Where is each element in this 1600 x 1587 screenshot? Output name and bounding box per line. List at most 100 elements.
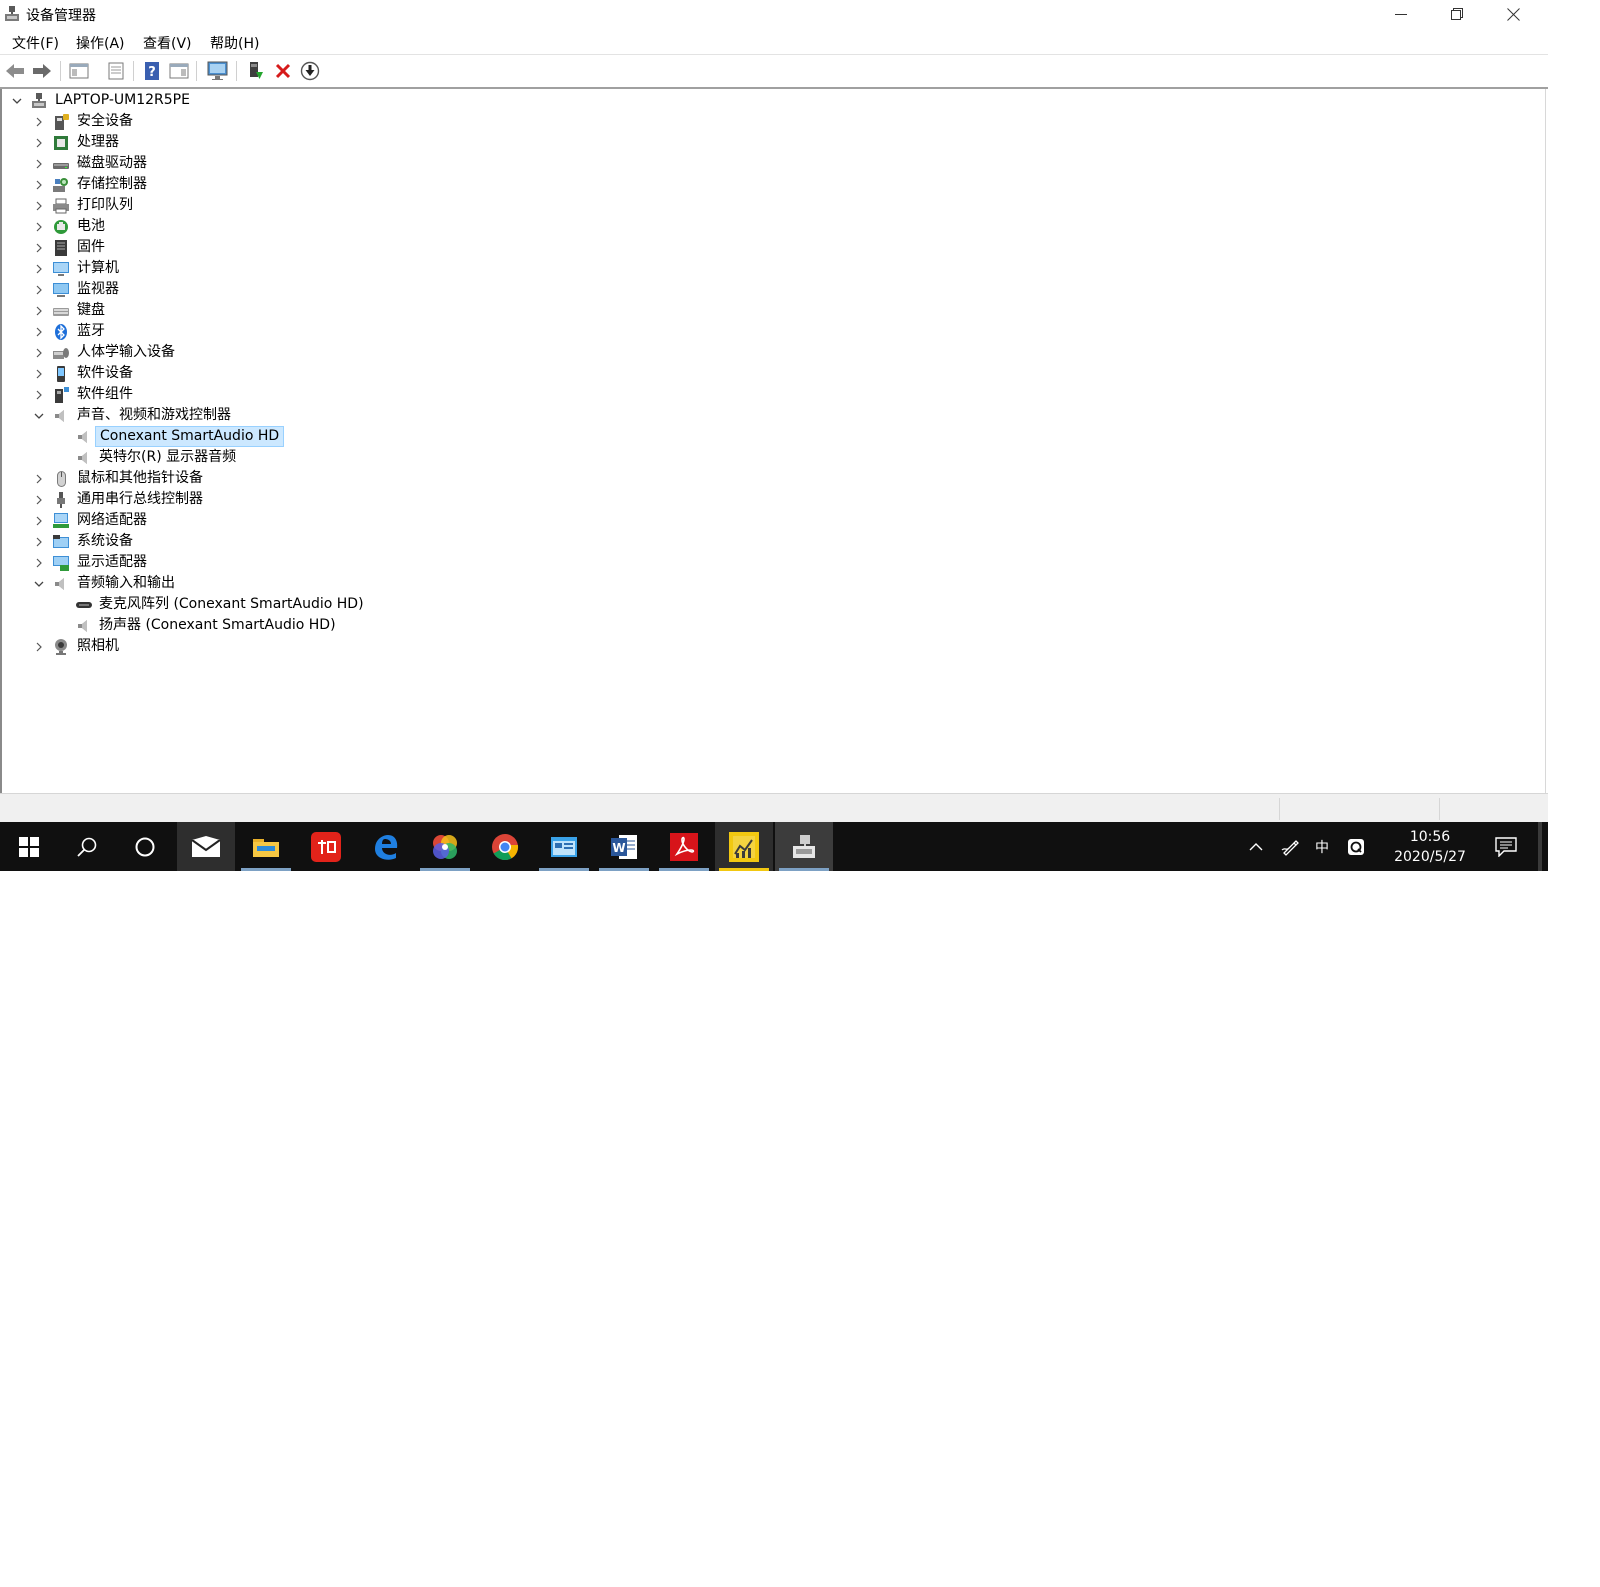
tree-device-row[interactable]: Conexant SmartAudio HD <box>2 426 502 447</box>
help-button[interactable]: ? <box>141 60 163 82</box>
taskbar-mail[interactable] <box>177 822 235 871</box>
taskbar-chart-app[interactable] <box>715 822 773 871</box>
ime-indicator[interactable]: 中 <box>1308 822 1336 871</box>
tree-category-label: 软件组件 <box>77 386 133 402</box>
tree-category-row[interactable]: 打印队列 <box>2 195 402 216</box>
photos-pinwheel-icon <box>433 834 457 859</box>
tree-category-row[interactable]: 电池 <box>2 216 402 237</box>
tree-category-row[interactable]: 蓝牙 <box>2 321 402 342</box>
chevron-right-icon[interactable] <box>33 263 45 275</box>
properties-button[interactable] <box>105 60 127 82</box>
chevron-right-icon[interactable] <box>33 368 45 380</box>
menu-view[interactable]: 查看(V) <box>141 33 194 53</box>
tree-category-row[interactable]: 显示适配器 <box>2 552 402 573</box>
status-divider <box>1279 798 1280 820</box>
chevron-right-icon[interactable] <box>33 179 45 191</box>
device-tree[interactable]: LAPTOP-UM12R5PE 安全设备 处理器 磁盘驱动器 存储控制器 打印队列 电池固… <box>0 89 1546 793</box>
tree-category-row[interactable]: 系统设备 <box>2 531 402 552</box>
taskbar-acrobat[interactable] <box>655 822 713 871</box>
tree-category-row[interactable]: 照相机 <box>2 636 402 657</box>
taskbar-control-panel[interactable] <box>535 822 593 871</box>
taskbar-word[interactable]: W <box>595 822 653 871</box>
chevron-right-icon[interactable] <box>33 305 45 317</box>
chevron-right-icon[interactable] <box>33 158 45 170</box>
chevron-down-icon[interactable] <box>11 95 23 107</box>
tree-category-row[interactable]: 软件设备 <box>2 363 402 384</box>
chevron-down-icon[interactable] <box>33 578 45 590</box>
mouse-icon <box>57 471 66 487</box>
close-button[interactable] <box>1485 0 1541 28</box>
running-indicator <box>659 868 709 871</box>
tree-category-row[interactable]: 磁盘驱动器 <box>2 153 402 174</box>
tree-category-row[interactable]: 键盘 <box>2 300 402 321</box>
toolbar-separator <box>196 61 197 81</box>
taskbar-photos[interactable] <box>416 822 474 871</box>
tree-category-row[interactable]: 音频输入和输出 <box>2 573 402 594</box>
menu-help[interactable]: 帮助(H) <box>208 33 261 53</box>
tree-category-row[interactable]: 安全设备 <box>2 111 402 132</box>
tree-category-row[interactable]: 通用串行总线控制器 <box>2 489 402 510</box>
chevron-right-icon[interactable] <box>33 389 45 401</box>
chevron-right-icon[interactable] <box>33 326 45 338</box>
tree-category-row[interactable]: 软件组件 <box>2 384 402 405</box>
tree-category-row[interactable]: 监视器 <box>2 279 402 300</box>
tree-category-row[interactable]: 网络适配器 <box>2 510 402 531</box>
chevron-down-icon[interactable] <box>33 410 45 422</box>
menu-action[interactable]: 操作(A) <box>74 33 127 53</box>
tree-category-row[interactable]: 存储控制器 <box>2 174 402 195</box>
properties-icon <box>108 62 124 80</box>
enable-device-button[interactable] <box>299 60 321 82</box>
chevron-right-icon[interactable] <box>33 242 45 254</box>
pen-workspace-button[interactable] <box>1276 822 1304 871</box>
chevron-right-icon[interactable] <box>33 137 45 149</box>
tree-category-row[interactable]: 人体学输入设备 <box>2 342 402 363</box>
update-driver-button[interactable] <box>244 60 266 82</box>
help-icon: ? <box>145 62 159 80</box>
chevron-right-icon[interactable] <box>33 641 45 653</box>
taskbar-chrome[interactable] <box>476 822 534 871</box>
chevron-right-icon[interactable] <box>33 494 45 506</box>
minimize-button[interactable] <box>1373 0 1429 28</box>
action-center-button[interactable] <box>1488 822 1524 871</box>
action-pane-button[interactable] <box>168 60 190 82</box>
show-desktop-button[interactable] <box>1538 822 1542 871</box>
taskbar-device-manager[interactable] <box>775 822 833 871</box>
show-hidden-icons-button[interactable] <box>1242 822 1270 871</box>
chevron-right-icon[interactable] <box>33 200 45 212</box>
chevron-right-icon[interactable] <box>33 284 45 296</box>
tree-root-row[interactable]: LAPTOP-UM12R5PE <box>2 90 262 111</box>
tree-device-row[interactable]: 扬声器 (Conexant SmartAudio HD) <box>2 615 502 636</box>
chevron-right-icon[interactable] <box>33 536 45 548</box>
taskbar-youdao[interactable] <box>297 822 355 871</box>
chevron-right-icon[interactable] <box>33 515 45 527</box>
uninstall-device-button[interactable] <box>272 60 294 82</box>
clock[interactable]: 10:56 2020/5/27 <box>1380 827 1480 867</box>
back-button[interactable] <box>4 60 26 82</box>
title-bar[interactable]: 设备管理器 <box>0 0 1548 30</box>
tree-category-row[interactable]: 计算机 <box>2 258 402 279</box>
tree-category-row[interactable]: 鼠标和其他指针设备 <box>2 468 402 489</box>
start-button[interactable] <box>0 822 58 871</box>
cortana-button[interactable] <box>116 822 174 871</box>
tree-device-row[interactable]: 英特尔(R) 显示器音频 <box>2 447 502 468</box>
restore-button[interactable] <box>1429 0 1485 28</box>
monitor-scan-icon <box>207 61 228 80</box>
chevron-right-icon[interactable] <box>33 116 45 128</box>
chevron-right-icon[interactable] <box>33 557 45 569</box>
chevron-right-icon[interactable] <box>33 473 45 485</box>
tree-category-label: 系统设备 <box>77 533 133 549</box>
tree-category-row[interactable]: 处理器 <box>2 132 402 153</box>
tray-app-q-button[interactable] <box>1342 822 1370 871</box>
tree-category-row[interactable]: 固件 <box>2 237 402 258</box>
scan-hardware-button[interactable] <box>207 60 229 82</box>
chevron-right-icon[interactable] <box>33 221 45 233</box>
forward-button[interactable] <box>31 60 53 82</box>
show-hide-tree-button[interactable] <box>68 60 90 82</box>
tree-device-row[interactable]: 麦克风阵列 (Conexant SmartAudio HD) <box>2 594 502 615</box>
menu-file[interactable]: 文件(F) <box>10 33 61 53</box>
search-button[interactable] <box>58 822 116 871</box>
taskbar-file-explorer[interactable] <box>237 822 295 871</box>
chevron-right-icon[interactable] <box>33 347 45 359</box>
taskbar-edge[interactable] <box>356 822 414 871</box>
tree-category-row[interactable]: 声音、视频和游戏控制器 <box>2 405 402 426</box>
